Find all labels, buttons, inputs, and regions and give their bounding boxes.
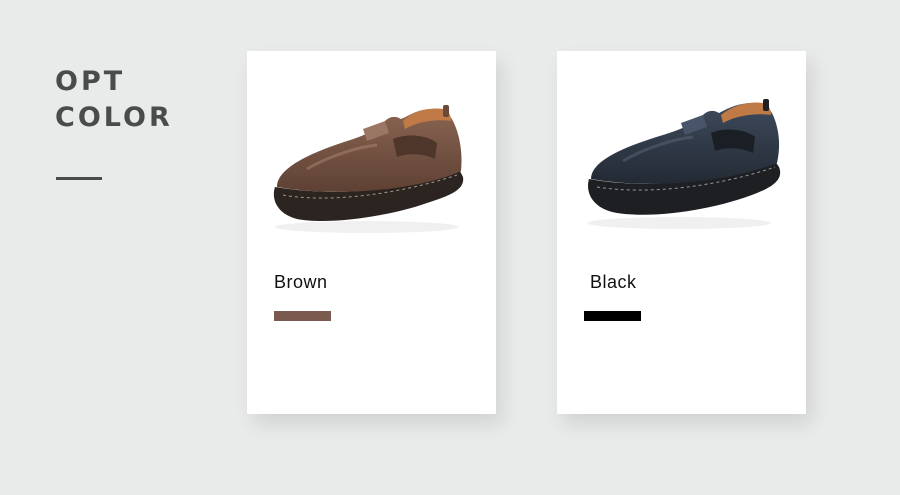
- color-name-label: Black: [590, 272, 637, 292]
- color-option-card-black[interactable]: Black: [557, 51, 806, 414]
- brown-shoe-image: [273, 105, 464, 233]
- section-heading: OPT COLOR: [55, 64, 173, 136]
- heading-line-color: COLOR: [55, 102, 173, 133]
- heading-divider: [56, 177, 102, 180]
- black-shoe-image: [587, 99, 781, 229]
- color-name-label: Brown: [274, 272, 328, 292]
- color-options-page: { "heading": { "line1": "OPT", "line2": …: [0, 0, 900, 495]
- heading-line-opt: OPT: [55, 66, 126, 97]
- color-swatch-black: [584, 311, 641, 321]
- color-option-card-brown[interactable]: Brown: [247, 51, 496, 414]
- color-swatch-brown: [274, 311, 331, 321]
